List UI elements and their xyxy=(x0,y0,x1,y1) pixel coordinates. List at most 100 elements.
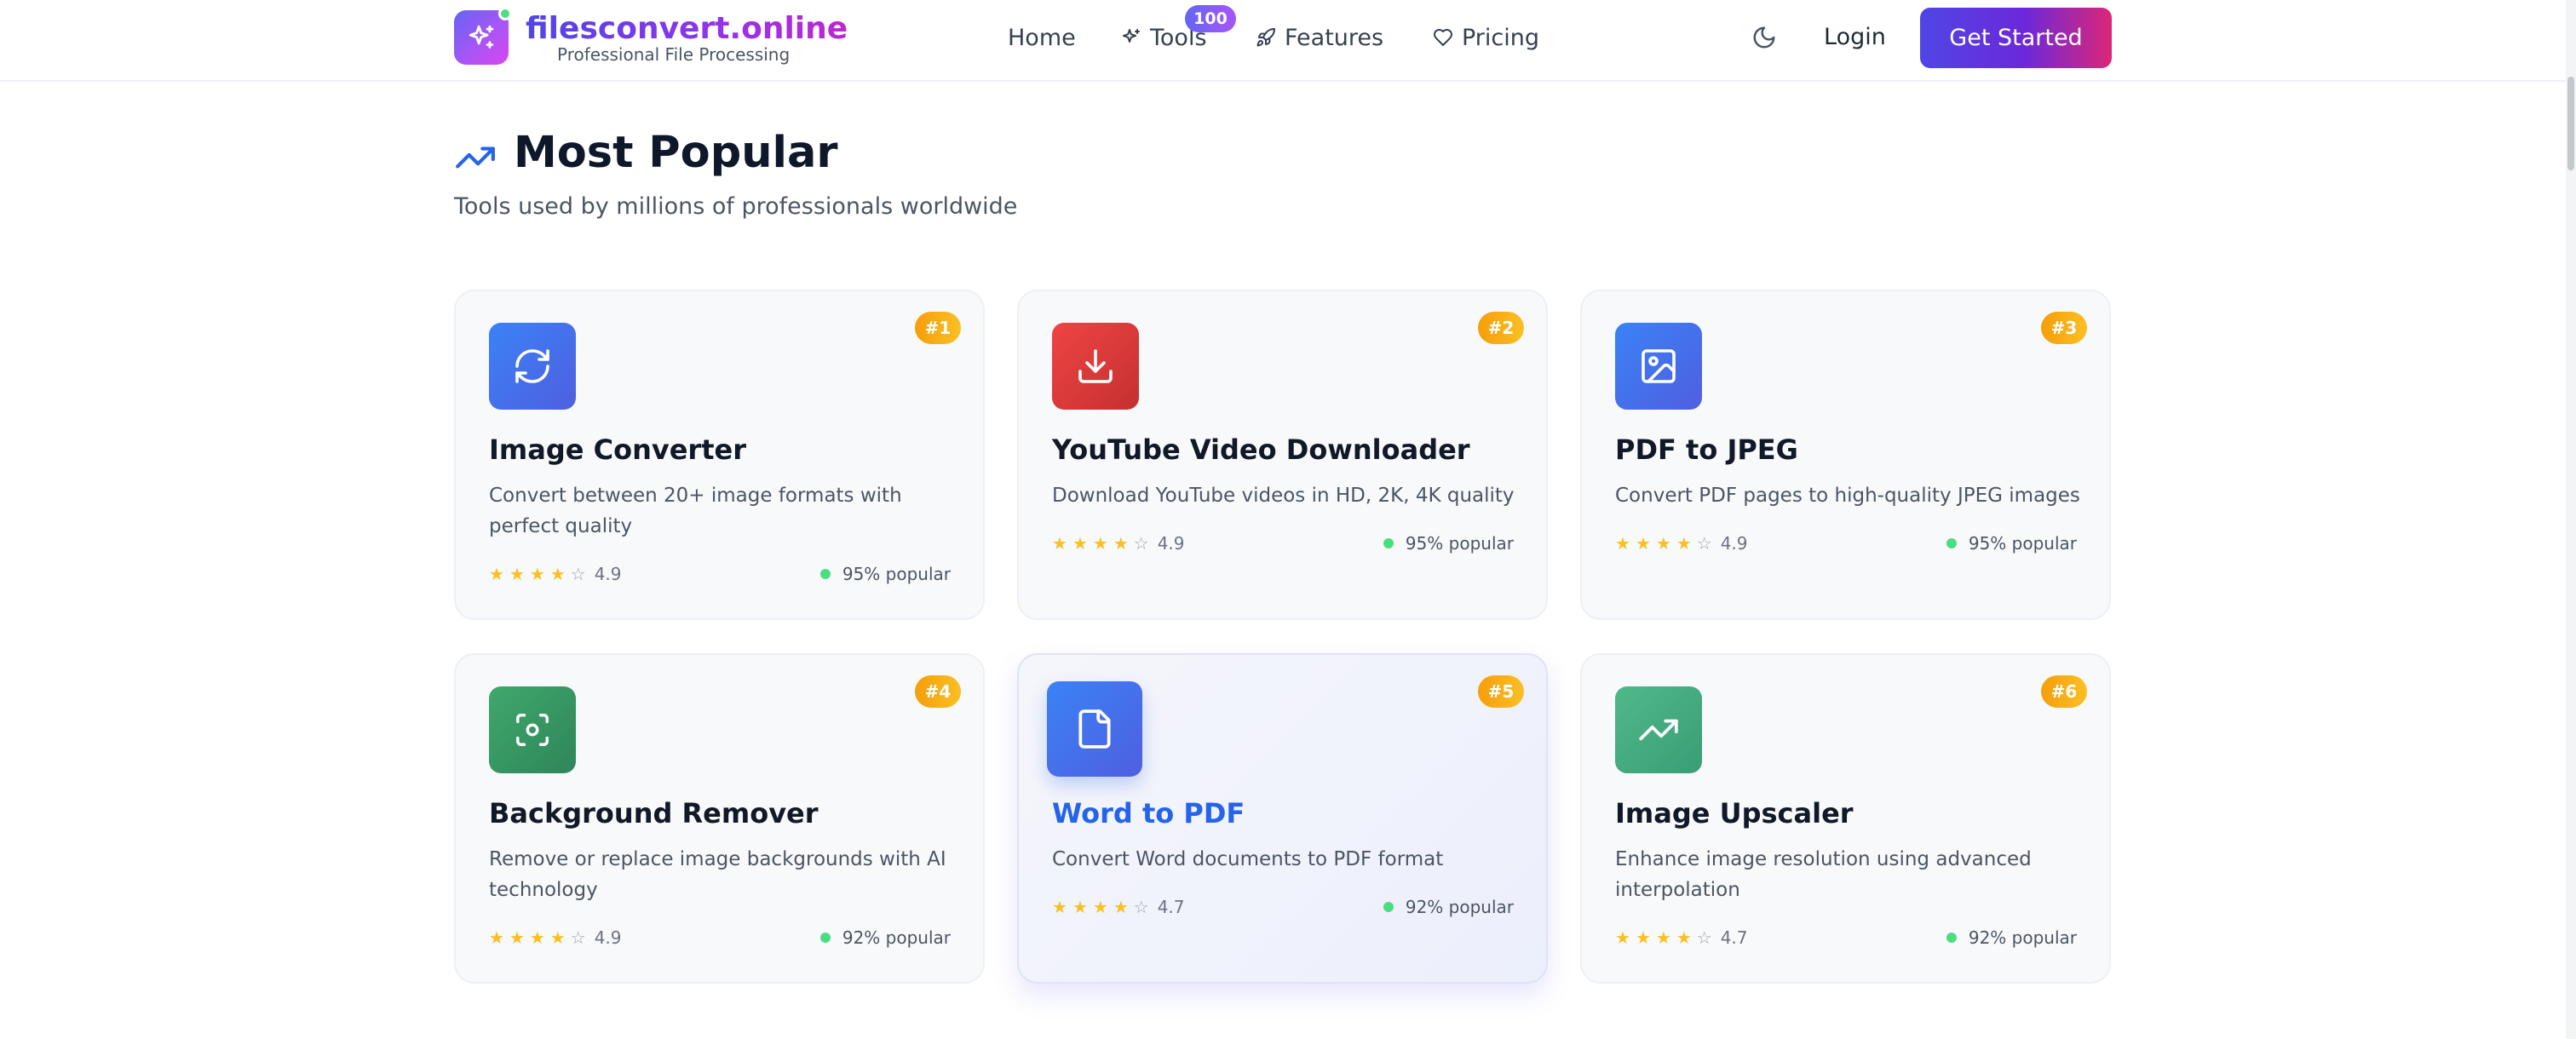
star-empty-icon: ☆ xyxy=(1696,927,1712,948)
trending-up-icon xyxy=(1639,719,1678,741)
tool-description: Enhance image resolution using advanced … xyxy=(1615,848,2032,901)
rating-value: 4.9 xyxy=(1720,533,1748,554)
tool-description: Convert between 20+ image formats with p… xyxy=(489,485,902,537)
star-filled-icon: ★ xyxy=(549,564,566,584)
star-empty-icon: ☆ xyxy=(1133,533,1149,554)
star-filled-icon: ★ xyxy=(1092,897,1108,917)
tool-icon-tile xyxy=(489,686,576,773)
refresh-icon xyxy=(515,349,549,383)
tool-description: Remove or replace image backgrounds with… xyxy=(489,848,946,901)
star-empty-icon: ☆ xyxy=(1133,897,1149,917)
star-filled-icon: ★ xyxy=(1113,533,1129,554)
popularity: 92% popular xyxy=(1383,895,1514,919)
tool-card-youtube-video-downloader[interactable]: #2 YouTube Video Downloader Download You… xyxy=(1017,290,1548,620)
heart-icon xyxy=(1434,29,1452,46)
star-filled-icon: ★ xyxy=(1072,533,1088,554)
star-filled-icon: ★ xyxy=(509,564,525,584)
star-filled-icon: ★ xyxy=(1615,533,1630,554)
star-filled-icon: ★ xyxy=(1655,927,1671,948)
popularity-text: 95% popular xyxy=(842,564,951,584)
rating-value: 4.7 xyxy=(1720,927,1748,948)
nav-pricing[interactable]: Pricing xyxy=(1433,20,1539,55)
star-empty-icon: ☆ xyxy=(570,564,586,584)
nav-features[interactable]: Features xyxy=(1256,20,1383,55)
star-filled-icon: ★ xyxy=(1635,533,1651,554)
popularity: 92% popular xyxy=(819,926,951,950)
popularity-text: 92% popular xyxy=(842,927,951,948)
star-filled-icon: ★ xyxy=(529,564,545,584)
top-navbar: filesconvert.online Professional File Pr… xyxy=(0,0,2566,82)
rating-value: 4.9 xyxy=(594,564,622,584)
star-filled-icon: ★ xyxy=(1052,533,1067,554)
rank-badge: #6 xyxy=(2041,675,2087,708)
login-link[interactable]: Login xyxy=(1824,20,1886,55)
rating-value: 4.7 xyxy=(1157,897,1185,917)
tool-card-pdf-to-jpeg[interactable]: #3 PDF to JPEG Convert PDF pages to high… xyxy=(1580,290,2111,620)
star-filled-icon: ★ xyxy=(1092,533,1108,554)
tool-title: YouTube Video Downloader xyxy=(1052,433,1470,466)
rocket-icon xyxy=(1256,27,1275,47)
online-status-dot xyxy=(498,7,512,20)
popularity-text: 95% popular xyxy=(1405,533,1514,554)
tools-count-badge: 100 xyxy=(1185,5,1236,32)
section-subtitle: Tools used by millions of professionals … xyxy=(454,193,1018,220)
rank-badge: #4 xyxy=(915,675,961,708)
star-filled-icon: ★ xyxy=(1113,897,1129,917)
star-empty-icon: ☆ xyxy=(570,927,586,948)
page-scrollbar-thumb[interactable] xyxy=(2567,77,2574,170)
popularity: 95% popular xyxy=(819,562,951,586)
rank-badge: #1 xyxy=(915,312,961,344)
tool-card-word-to-pdf[interactable]: #5 Word to PDF Convert Word documents to… xyxy=(1017,653,1548,984)
tool-icon-tile xyxy=(489,323,576,410)
status-dot xyxy=(1946,538,1957,548)
sparkles-icon xyxy=(469,25,494,49)
rank-badge: #5 xyxy=(1478,675,1524,708)
rating-value: 4.9 xyxy=(1157,533,1185,554)
popularity: 95% popular xyxy=(1383,531,1514,555)
rating: ★ ★ ★ ★ ☆ 4.7 xyxy=(1052,895,1185,919)
moon-icon xyxy=(1753,26,1775,49)
theme-toggle-button[interactable] xyxy=(1749,22,1780,53)
nav-home-label: Home xyxy=(1008,24,1076,51)
tool-icon-tile xyxy=(1052,323,1139,410)
download-icon xyxy=(1078,349,1113,383)
section-title: Most Popular xyxy=(514,128,838,178)
star-filled-icon: ★ xyxy=(1052,897,1067,917)
nav-features-label: Features xyxy=(1285,24,1384,51)
star-filled-icon: ★ xyxy=(549,927,566,948)
sparkles-icon xyxy=(1123,29,1140,43)
rating: ★ ★ ★ ★ ☆ 4.9 xyxy=(489,562,622,586)
brand-tagline: Professional File Processing xyxy=(557,44,791,65)
tool-card-background-remover[interactable]: #4 Background Remover Remove or replace … xyxy=(454,653,985,984)
rating-value: 4.9 xyxy=(594,927,622,948)
star-filled-icon: ★ xyxy=(489,927,504,948)
rank-badge: #3 xyxy=(2041,312,2087,344)
image-icon xyxy=(1642,349,1676,383)
tool-description: Download YouTube videos in HD, 2K, 4K qu… xyxy=(1052,485,1515,507)
rating: ★ ★ ★ ★ ☆ 4.9 xyxy=(489,926,622,950)
tool-card-image-upscaler[interactable]: #6 Image Upscaler Enhance image resoluti… xyxy=(1580,653,2111,984)
scan-focus-icon xyxy=(516,714,549,746)
tool-title: PDF to JPEG xyxy=(1615,433,1798,466)
rank-badge: #2 xyxy=(1478,312,1524,344)
get-started-button[interactable]: Get Started xyxy=(1920,8,2112,68)
star-filled-icon: ★ xyxy=(1676,927,1692,948)
tool-description: Convert PDF pages to high-quality JPEG i… xyxy=(1615,485,2080,507)
tool-card-image-converter[interactable]: #1 Image Converter Convert between 20+ i… xyxy=(454,290,985,620)
tool-title: Image Converter xyxy=(489,433,746,466)
trending-up-icon xyxy=(456,146,495,169)
brand-name[interactable]: filesconvert.online xyxy=(526,12,848,46)
tool-description: Convert Word documents to PDF format xyxy=(1052,848,1444,870)
status-dot xyxy=(1946,933,1957,943)
popularity-text: 95% popular xyxy=(1968,533,2077,554)
star-filled-icon: ★ xyxy=(509,927,525,948)
star-filled-icon: ★ xyxy=(529,927,545,948)
star-filled-icon: ★ xyxy=(1615,927,1630,948)
popularity: 95% popular xyxy=(1946,531,2077,555)
popularity-text: 92% popular xyxy=(1405,897,1514,917)
rating: ★ ★ ★ ★ ☆ 4.7 xyxy=(1615,926,1748,950)
status-dot xyxy=(1383,538,1394,548)
tool-title: Background Remover xyxy=(489,797,819,829)
nav-home[interactable]: Home xyxy=(1008,20,1076,55)
nav-pricing-label: Pricing xyxy=(1462,24,1540,51)
